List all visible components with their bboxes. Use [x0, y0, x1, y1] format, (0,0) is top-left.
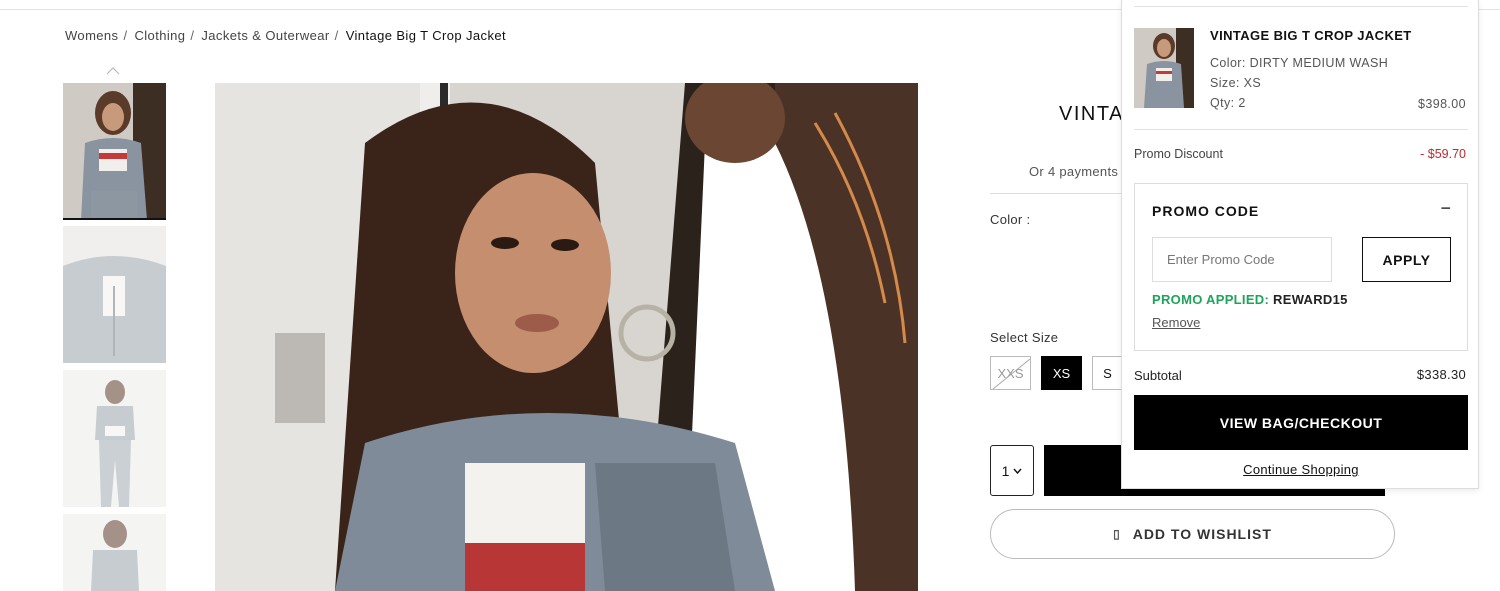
subtotal-label: Subtotal: [1134, 368, 1182, 383]
promo-discount-label: Promo Discount: [1134, 147, 1223, 161]
unavailable-strike-icon: [992, 358, 1031, 390]
cart-item-color: Color: DIRTY MEDIUM WASH: [1210, 56, 1389, 70]
breadcrumb-link-jackets[interactable]: Jackets & Outerwear: [201, 28, 329, 43]
continue-shopping-link[interactable]: Continue Shopping: [1134, 462, 1468, 477]
breadcrumb-separator: /: [334, 28, 339, 43]
promo-applied-status: PROMO APPLIED: REWARD15: [1152, 292, 1348, 307]
product-thumbnail[interactable]: [63, 83, 166, 220]
wishlist-label: ADD TO WISHLIST: [1132, 526, 1272, 542]
product-thumbnail[interactable]: [63, 370, 166, 507]
product-thumbnail[interactable]: [63, 514, 166, 591]
cart-item-size: Size: XS: [1210, 76, 1262, 90]
quantity-value: 1: [1001, 462, 1010, 479]
add-to-wishlist-button[interactable]: ▯ ADD TO WISHLIST: [990, 509, 1395, 559]
promo-code-title[interactable]: PROMO CODE: [1152, 203, 1259, 219]
promo-code-panel: PROMO CODE − APPLY PROMO APPLIED: REWARD…: [1134, 183, 1468, 351]
cart-item-price: $398.00: [1418, 97, 1466, 111]
color-label: Color :: [990, 212, 1031, 227]
remove-promo-link[interactable]: Remove: [1152, 315, 1200, 330]
subtotal-value: $338.30: [1416, 367, 1466, 382]
size-option-label: S: [1103, 365, 1112, 381]
chevron-down-icon: [1013, 468, 1022, 474]
product-thumbnail[interactable]: [63, 226, 166, 363]
breadcrumb-current: Vintage Big T Crop Jacket: [345, 28, 506, 43]
chevron-up-icon[interactable]: [106, 67, 120, 75]
divider: [1134, 6, 1468, 7]
apply-promo-button[interactable]: APPLY: [1362, 237, 1451, 282]
installment-payments-text: Or 4 payments: [1029, 164, 1119, 179]
cart-item-name[interactable]: VINTAGE BIG T CROP JACKET: [1210, 28, 1412, 43]
cart-item-image[interactable]: [1134, 28, 1194, 108]
quantity-select[interactable]: 1: [990, 445, 1034, 496]
mini-cart-dropdown: VINTAGE BIG T CROP JACKET Color: DIRTY M…: [1121, 0, 1479, 489]
size-option-xxs[interactable]: XXS: [990, 356, 1031, 390]
size-option-xs[interactable]: XS: [1041, 356, 1082, 390]
breadcrumb-separator: /: [190, 28, 195, 43]
promo-code-input[interactable]: [1152, 237, 1332, 282]
breadcrumb-separator: /: [123, 28, 128, 43]
promo-applied-code: REWARD15: [1273, 292, 1348, 307]
breadcrumb: Womens / Clothing / Jackets & Outerwear …: [65, 28, 506, 43]
heart-icon: ▯: [1113, 527, 1121, 541]
breadcrumb-link-clothing[interactable]: Clothing: [134, 28, 185, 43]
size-label: Select Size: [990, 330, 1059, 345]
promo-discount-value: - $59.70: [1420, 147, 1466, 161]
view-bag-checkout-button[interactable]: VIEW BAG/CHECKOUT: [1134, 395, 1468, 450]
size-option-label: XS: [1052, 365, 1071, 381]
product-main-image[interactable]: [215, 83, 918, 591]
cart-item-qty: Qty: 2: [1210, 96, 1246, 110]
divider: [990, 193, 1130, 194]
size-option-s[interactable]: S: [1092, 356, 1122, 390]
breadcrumb-link-womens[interactable]: Womens: [65, 28, 118, 43]
promo-applied-label: PROMO APPLIED:: [1152, 292, 1270, 307]
collapse-minus-icon[interactable]: −: [1440, 199, 1451, 217]
divider: [1134, 129, 1468, 130]
